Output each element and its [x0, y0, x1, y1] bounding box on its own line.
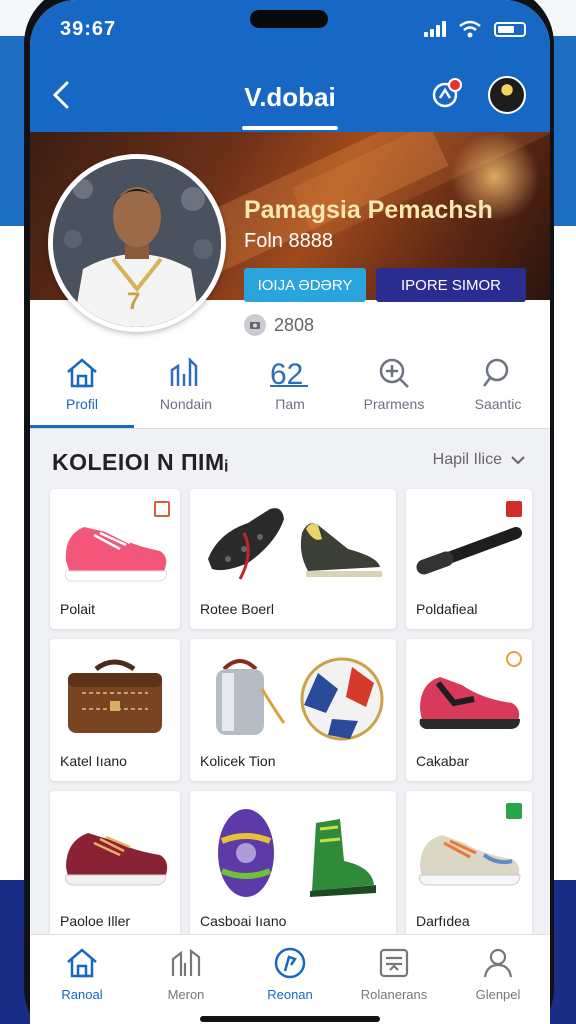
collection-item-5[interactable]: Kolicek Tion — [190, 639, 396, 781]
profile-tabs: Profil Nondain 62 Πam Prarmens Saantic — [30, 356, 550, 428]
nav-reonan[interactable]: Reonan — [238, 935, 342, 1024]
profile-subline: Foln 8888 — [244, 230, 333, 252]
trophy-and-ball-image — [216, 657, 384, 741]
compass-icon — [274, 947, 306, 979]
profile-name: Pamagsia Pemachsh — [244, 196, 493, 224]
phone-screen: 39:67 V.dobai 7 Pamagsia Pemachsh Foln 8… — [30, 0, 550, 1024]
sort-label: Hapil Ilice — [432, 451, 502, 468]
tab-nondain[interactable]: Nondain — [134, 356, 238, 428]
camera-notch — [250, 10, 328, 28]
bottom-navigation: Ranoal Meron Reonan Rolanerans Glenpel — [30, 934, 550, 1024]
secondary-action-button[interactable]: IPORE SIMOR — [376, 268, 526, 302]
home-indicator — [200, 1016, 380, 1022]
followers-count: 2808 — [244, 314, 314, 336]
tab-profil[interactable]: Profil — [30, 356, 134, 428]
collection-item-8[interactable]: Casboai Iıano — [190, 791, 396, 941]
player-portrait: 7 — [53, 159, 221, 327]
collection-item-4[interactable]: Katel Iıano — [50, 639, 180, 781]
item-tag-icon — [154, 501, 170, 517]
pink-running-shoe-image — [65, 527, 167, 582]
wifi-icon — [459, 20, 481, 38]
nav-glenpel[interactable]: Glenpel — [446, 935, 550, 1024]
chart-icon — [171, 948, 201, 976]
home-icon — [67, 358, 97, 388]
zoom-icon — [379, 358, 409, 388]
user-icon — [483, 948, 513, 978]
svg-text:7: 7 — [127, 288, 140, 315]
nav-rolanerans[interactable]: Rolanerans — [342, 935, 446, 1024]
item-tag-icon — [506, 501, 522, 517]
status-icons — [424, 20, 526, 38]
battery-icon — [494, 21, 526, 37]
tab-prarmens[interactable]: Prarmens — [342, 356, 446, 428]
black-baton-image — [416, 527, 522, 575]
profile-avatar-button[interactable] — [488, 76, 526, 114]
sort-dropdown[interactable]: Hapil Ilice — [433, 451, 526, 469]
item-tag-icon — [506, 803, 522, 819]
item-tag-icon — [506, 651, 522, 667]
numbers-icon: 62 — [270, 358, 308, 390]
collection-title: KOLEIOI N ΠIMᵢ — [52, 449, 229, 475]
black-cleats-image — [208, 508, 382, 580]
grey-running-shoe-image — [419, 835, 521, 886]
collection-item-3[interactable]: Poldafieal — [406, 489, 532, 629]
signal-icon — [424, 21, 446, 37]
tab-saantic[interactable]: Saantic — [446, 356, 550, 428]
collection-item-6[interactable]: Cakabar — [406, 639, 532, 781]
list-icon — [379, 948, 409, 978]
home-icon — [67, 948, 97, 978]
notifications-button[interactable] — [426, 76, 464, 114]
page-title: V.dobai — [244, 82, 336, 112]
collection-item-1[interactable]: Polait — [50, 489, 180, 629]
collection-section: KOLEIOI N ΠIMᵢ Hapil Ilice Polait Rotee … — [30, 429, 550, 949]
status-time: 39:67 — [60, 18, 117, 40]
followers-value: 2808 — [274, 314, 315, 335]
red-running-shoe-image — [419, 677, 520, 729]
rugby-ball-and-boots-image — [218, 809, 376, 897]
chevron-down-icon — [511, 456, 525, 465]
title-underline — [242, 126, 338, 130]
collection-item-7[interactable]: Paoloe Iller — [50, 791, 180, 941]
primary-action-button[interactable]: IOIJA ƏDƏRY — [244, 268, 366, 302]
maroon-sneaker-image — [65, 833, 168, 886]
tab-nam[interactable]: 62 Πam — [238, 356, 342, 428]
collection-item-9[interactable]: Darfıdea — [406, 791, 532, 941]
stats-icon — [170, 356, 198, 386]
avatar — [488, 76, 526, 114]
nav-meron[interactable]: Meron — [134, 935, 238, 1024]
camera-icon — [244, 314, 266, 336]
nav-ranoal[interactable]: Ranoal — [30, 935, 134, 1024]
collection-item-2[interactable]: Rotee Boerl — [190, 489, 396, 629]
search-icon — [483, 358, 509, 387]
leather-bag-image — [68, 659, 162, 733]
profile-photo: 7 — [48, 154, 226, 332]
notification-dot — [448, 78, 462, 92]
